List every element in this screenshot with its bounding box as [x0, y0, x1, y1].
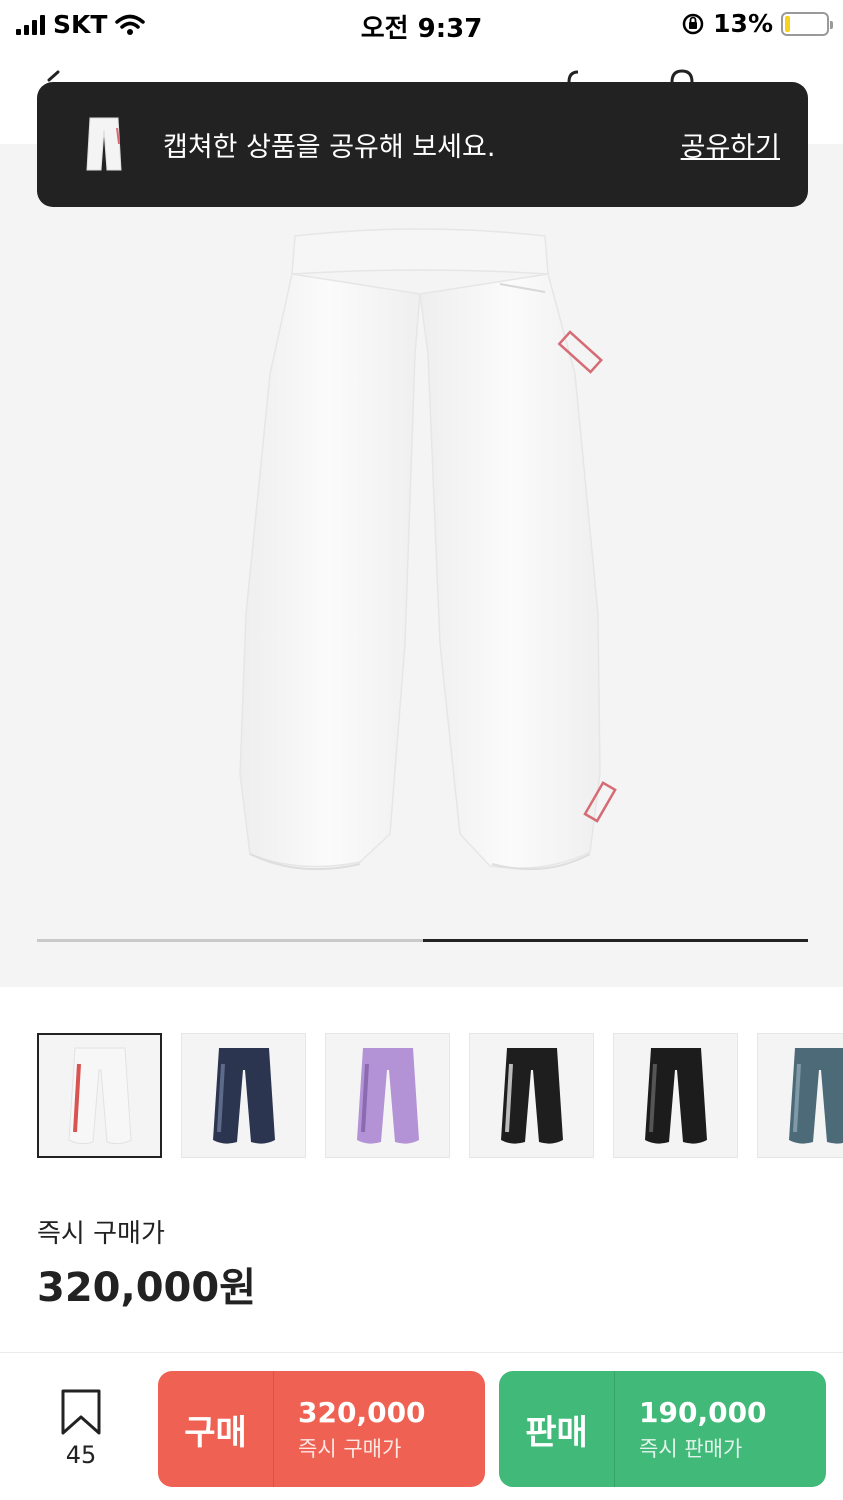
- status-bar: SKT 오전 9:37 13%: [0, 0, 843, 50]
- instant-buy-price-label: 즉시 구매가: [37, 1219, 165, 1249]
- bookmark-count: 45: [65, 1441, 97, 1469]
- carousel-progress: [37, 939, 808, 942]
- toast-message: 캡쳐한 상품을 공유해 보세요.: [163, 132, 496, 163]
- status-right: 13%: [681, 9, 833, 38]
- buy-sub-label: 즉시 구매가: [298, 1436, 402, 1461]
- pants-thumbnail-image: [356, 1047, 419, 1144]
- instant-buy-price: 320,000원: [37, 1265, 256, 1311]
- battery-level: [785, 15, 791, 32]
- toast-thumbnail: [73, 114, 135, 176]
- sell-info: 190,000 즉시 판매가: [615, 1396, 767, 1463]
- pants-thumbnail-image: [67, 1047, 132, 1144]
- orientation-lock-icon: [682, 13, 704, 34]
- share-toast: 캡쳐한 상품을 공유해 보세요. 공유하기: [37, 82, 808, 207]
- pants-thumbnail-image: [212, 1047, 275, 1144]
- sell-button[interactable]: 판매 190,000 즉시 판매가: [499, 1371, 826, 1487]
- color-thumbnail[interactable]: [613, 1033, 738, 1158]
- buy-info: 320,000 즉시 구매가: [274, 1396, 426, 1463]
- buy-button[interactable]: 구매 320,000 즉시 구매가: [158, 1371, 485, 1487]
- carousel-progress-fill: [422, 939, 808, 942]
- sell-title: 판매: [499, 1371, 615, 1487]
- pants-thumbnail-icon: [86, 117, 122, 170]
- sell-price: 190,000: [639, 1395, 767, 1429]
- buy-price: 320,000: [298, 1395, 426, 1429]
- share-button[interactable]: 공유하기: [681, 125, 780, 164]
- sell-sub-label: 즉시 판매가: [639, 1436, 743, 1461]
- color-thumbnail[interactable]: [757, 1033, 843, 1158]
- color-thumbnails: [37, 1033, 843, 1158]
- bookmark-button[interactable]: 45: [56, 1389, 106, 1469]
- battery-icon: [781, 11, 833, 36]
- color-thumbnail[interactable]: [37, 1033, 162, 1158]
- bookmark-icon: [61, 1389, 101, 1435]
- bottom-action-bar: 45 구매 320,000 즉시 구매가 판매 190,000 즉시 판매가: [0, 1352, 843, 1500]
- color-thumbnail[interactable]: [325, 1033, 450, 1158]
- color-thumbnail[interactable]: [469, 1033, 594, 1158]
- pants-thumbnail-image: [788, 1047, 843, 1144]
- pants-thumbnail-image: [500, 1047, 563, 1144]
- buy-title: 구매: [158, 1371, 274, 1487]
- battery-percent: 13%: [713, 9, 773, 38]
- pants-thumbnail-image: [644, 1047, 707, 1144]
- product-image-carousel[interactable]: [0, 144, 843, 987]
- color-thumbnail[interactable]: [181, 1033, 306, 1158]
- product-image: [239, 228, 617, 871]
